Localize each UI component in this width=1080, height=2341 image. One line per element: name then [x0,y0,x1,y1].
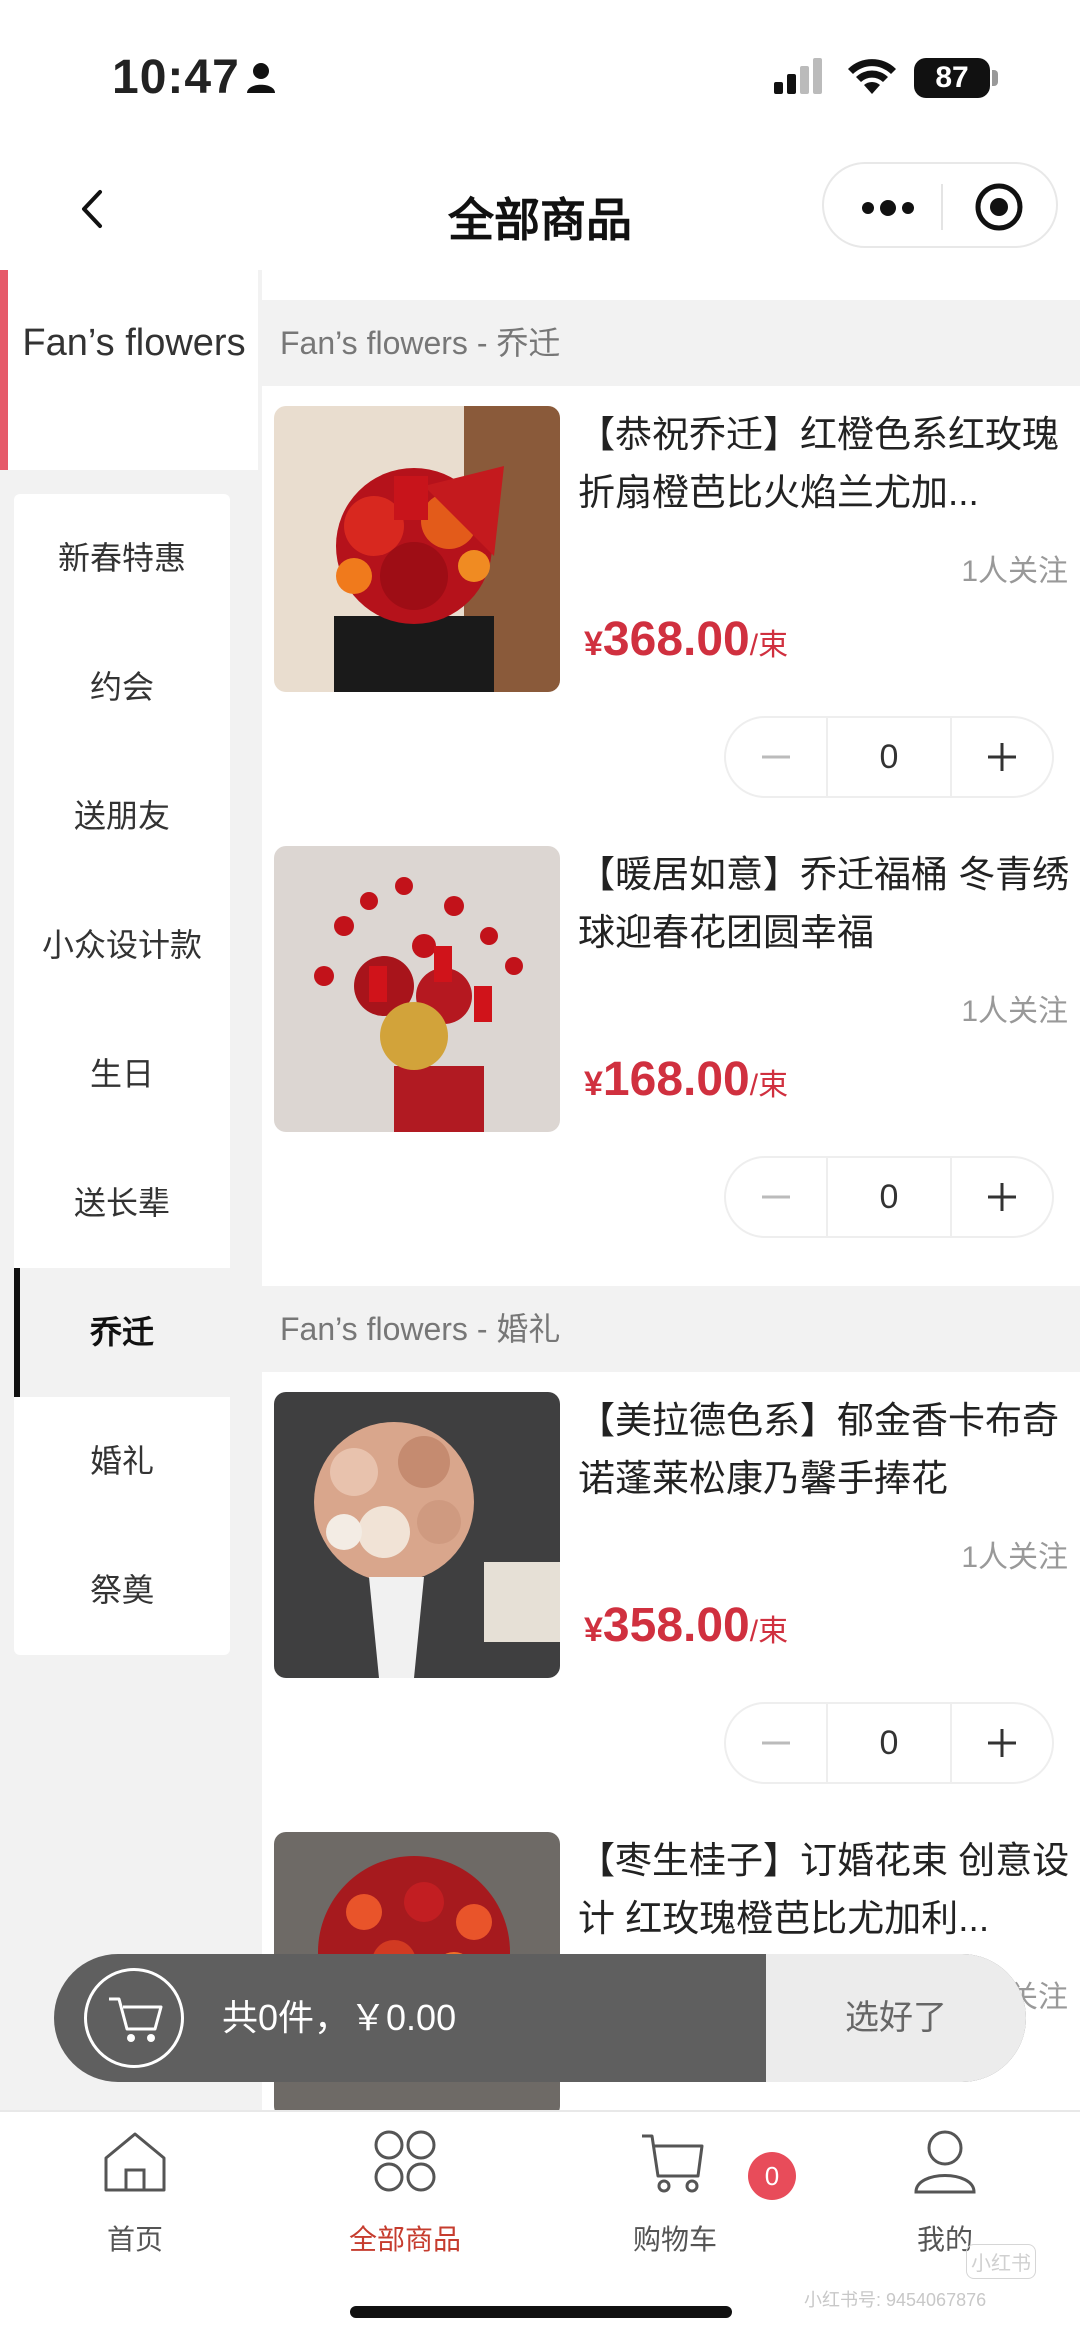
category-list: 新春特惠 约会 送朋友 小众设计款 生日 送长辈 乔迁 婚礼 祭奠 [14,494,230,1655]
signal-icon [774,58,824,99]
quantity-stepper: 0 [724,1702,1054,1784]
tab-label: 我的 [916,2224,973,2255]
user-icon [910,2126,980,2196]
cart-circle-button[interactable] [84,1968,184,2068]
product-followers: 1人关注 [961,1541,1068,1574]
price-unit: /束 [749,1069,789,1102]
section-header: Fan’s flowers - 乔迁 [262,300,1080,386]
home-indicator [350,2306,732,2318]
product-image[interactable] [274,846,560,1132]
cart-summary-bar: 共0件，￥0.00 选好了 [54,1954,1026,2082]
tab-cart[interactable]: 购物车 [540,2112,810,2292]
tab-label: 购物车 [632,2224,717,2255]
category-item[interactable]: 约会 [14,623,230,752]
close-target-icon[interactable] [974,182,1024,232]
status-bar: 10:47 87 [0,0,1080,150]
category-item[interactable]: 小众设计款 [14,881,230,1010]
category-item-active[interactable]: 乔迁 [14,1268,230,1397]
navigation-bar: 全部商品 [0,150,1080,270]
battery-cap [992,70,998,86]
decrease-button[interactable] [726,718,826,796]
tab-all-products[interactable]: 全部商品 [270,2112,540,2292]
cart-count-badge: 0 [748,2152,796,2200]
category-item[interactable]: 生日 [14,1010,230,1139]
mini-program-capsule [822,162,1058,248]
product-followers: 1人关注 [961,555,1068,588]
increase-button[interactable] [952,1158,1052,1236]
decrease-button[interactable] [726,1704,826,1782]
watermark-logo: 小红书 [966,2244,1036,2279]
product-name[interactable]: 【恭祝乔迁】红橙色系红玫瑰折扇橙芭比火焰兰尤加... [578,406,1072,522]
product-price: ¥358.00/束 [584,1598,788,1653]
capsule-divider [941,184,943,230]
quantity-value[interactable]: 0 [826,1704,952,1782]
category-item[interactable]: 祭奠 [14,1526,230,1655]
store-tab[interactable]: Fan’s flowers [0,270,258,470]
tab-label: 首页 [106,2224,163,2255]
more-dots-icon[interactable] [858,188,918,228]
tab-label: 全部商品 [348,2224,461,2255]
category-item[interactable]: 新春特惠 [14,494,230,623]
increase-button[interactable] [952,718,1052,796]
category-item[interactable]: 送长辈 [14,1139,230,1268]
wifi-icon [846,58,898,101]
quantity-stepper: 0 [724,1156,1054,1238]
category-sidebar: Fan’s flowers 新春特惠 约会 送朋友 小众设计款 生日 送长辈 乔… [0,270,258,2110]
product-price: ¥368.00/束 [584,612,788,667]
store-name: Fan’s flowers [22,322,246,364]
checkout-button[interactable]: 选好了 [766,1954,1026,2082]
product-card[interactable]: 【恭祝乔迁】红橙色系红玫瑰折扇橙芭比火焰兰尤加... 1人关注 ¥368.00/… [262,406,1080,846]
product-name[interactable]: 【美拉德色系】郁金香卡布奇诺蓬莱松康乃馨手捧花 [578,1392,1072,1508]
tab-home[interactable]: 首页 [0,2112,270,2292]
product-list: Fan’s flowers - 乔迁 【恭祝乔迁】红橙色系红玫瑰折扇橙芭比火焰兰… [262,270,1080,2110]
quantity-value[interactable]: 0 [826,1158,952,1236]
category-item[interactable]: 送朋友 [14,752,230,881]
cart-icon [640,2126,710,2196]
price-value: 168.00 [602,1053,750,1106]
product-card[interactable]: 【美拉德色系】郁金香卡布奇诺蓬莱松康乃馨手捧花 1人关注 ¥358.00/束 0 [262,1392,1080,1832]
decrease-button[interactable] [726,1158,826,1236]
store-tab-indicator [0,270,8,470]
cart-summary-text: 共0件，￥0.00 [222,1997,457,2038]
product-name[interactable]: 【暖居如意】乔迁福桶 冬青绣球迎春花团圆幸福 [578,846,1072,962]
price-currency: ¥ [584,1611,603,1649]
price-unit: /束 [749,1615,789,1648]
product-image[interactable] [274,406,560,692]
watermark-text: 小红书号: 9454067876 [804,2290,987,2310]
quantity-stepper: 0 [724,716,1054,798]
category-item[interactable]: 婚礼 [14,1397,230,1526]
price-currency: ¥ [584,1065,603,1103]
price-unit: /束 [749,629,789,662]
person-icon [246,62,276,99]
home-icon [100,2126,170,2196]
product-image[interactable] [274,1392,560,1678]
price-currency: ¥ [584,625,603,663]
status-time: 10:47 [112,51,240,104]
increase-button[interactable] [952,1704,1052,1782]
grid-icon [370,2126,440,2196]
product-card[interactable]: 【暖居如意】乔迁福桶 冬青绣球迎春花团圆幸福 1人关注 ¥168.00/束 0 [262,846,1080,1286]
price-value: 368.00 [602,613,750,666]
product-name[interactable]: 【枣生桂子】订婚花束 创意设计 红玫瑰橙芭比尤加利... [578,1832,1072,1948]
section-header: Fan’s flowers - 婚礼 [262,1286,1080,1372]
quantity-value[interactable]: 0 [826,718,952,796]
product-followers: 1人关注 [961,995,1068,1028]
battery-icon: 87 [914,58,990,98]
tab-profile[interactable]: 我的 [810,2112,1080,2292]
price-value: 358.00 [602,1599,750,1652]
product-price: ¥168.00/束 [584,1052,788,1107]
